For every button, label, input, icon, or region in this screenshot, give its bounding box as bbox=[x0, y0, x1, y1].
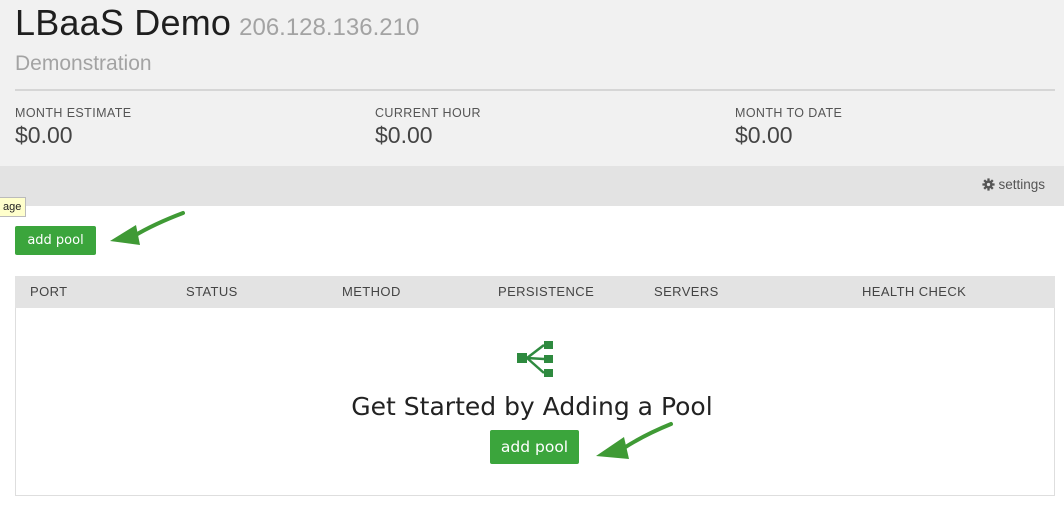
stat-label: MONTH TO DATE bbox=[735, 106, 843, 120]
pool-hierarchy-icon bbox=[517, 341, 553, 377]
annotation-arrow-top bbox=[110, 211, 185, 245]
column-header-servers: SERVERS bbox=[654, 284, 719, 299]
stat-value: $0.00 bbox=[15, 122, 73, 148]
header-divider bbox=[15, 89, 1055, 91]
settings-label: settings bbox=[998, 177, 1045, 192]
ip-address: 206.128.136.210 bbox=[239, 14, 420, 41]
column-header-status: STATUS bbox=[186, 284, 238, 299]
column-header-port: PORT bbox=[30, 284, 68, 299]
stat-value: $0.00 bbox=[735, 122, 793, 148]
add-pool-button[interactable]: add pool bbox=[15, 226, 96, 255]
page-subtitle: Demonstration bbox=[15, 52, 152, 75]
page-title: LBaaS Demo bbox=[15, 2, 232, 43]
settings-link[interactable]: settings bbox=[982, 177, 1045, 192]
column-header-method: METHOD bbox=[342, 284, 401, 299]
pools-table-header: PORT STATUS METHOD PERSISTENCE SERVERS H… bbox=[15, 276, 1055, 308]
column-header-health-check: HEALTH CHECK bbox=[862, 284, 967, 299]
empty-state-add-pool-button[interactable]: add pool bbox=[490, 430, 579, 464]
stat-month-estimate: MONTH ESTIMATE $0.00 bbox=[15, 106, 131, 149]
toolbar: settings bbox=[0, 166, 1064, 206]
tooltip: age bbox=[0, 197, 27, 217]
title-row: LBaaS Demo 206.128.136.210 bbox=[15, 2, 419, 44]
empty-state-title: Get Started by Adding a Pool bbox=[351, 392, 713, 421]
annotation-arrow-center bbox=[596, 422, 673, 459]
stat-current-hour: CURRENT HOUR $0.00 bbox=[375, 106, 481, 149]
stat-label: MONTH ESTIMATE bbox=[15, 106, 132, 120]
stat-label: CURRENT HOUR bbox=[375, 106, 481, 120]
stat-month-to-date: MONTH TO DATE $0.00 bbox=[735, 106, 842, 149]
stat-value: $0.00 bbox=[375, 122, 433, 148]
column-header-persistence: PERSISTENCE bbox=[498, 284, 595, 299]
server-header: LBaaS Demo 206.128.136.210 Demonstration … bbox=[0, 0, 1064, 166]
gear-icon bbox=[982, 178, 996, 191]
